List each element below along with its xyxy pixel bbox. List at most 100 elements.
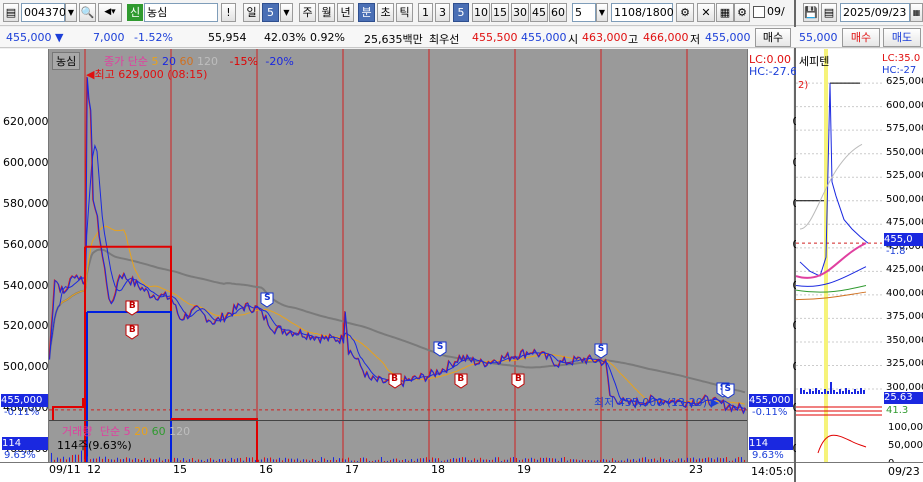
y-tick-label: 580,000 (3, 196, 49, 210)
side-volume-bar (845, 388, 847, 394)
x-axis-label: 23 (689, 463, 703, 476)
grid-icon[interactable]: ▦ (716, 3, 734, 22)
speaker-icon[interactable]: ◀▾ (98, 3, 122, 22)
alert-button[interactable]: ! (221, 3, 236, 22)
buy-signal-marker[interactable]: B (125, 300, 139, 316)
sell-button[interactable]: 매도 (883, 28, 921, 47)
minute-button[interactable]: 분 (358, 3, 375, 22)
stock-code-input[interactable]: 004370 (21, 3, 66, 22)
data-count-field[interactable]: 1108/1800 (611, 3, 674, 22)
interval-5-button[interactable]: 5 (453, 3, 469, 22)
chart-tools-icon[interactable]: ⚙ (676, 3, 694, 22)
buy-signal-marker[interactable]: B (388, 373, 402, 389)
count-value: 1108 (614, 6, 642, 19)
side-volume-bar (854, 389, 856, 394)
current-price-tag-right: 455,000 (749, 394, 793, 407)
screen-menu-icon[interactable]: ▤ (3, 3, 19, 22)
side-volume-bar (857, 391, 859, 394)
x-axis-label: 17 (345, 463, 359, 476)
search-icon[interactable]: 🔍 (79, 3, 96, 22)
down-arrow-icon: ▼ (55, 31, 64, 44)
side-chart-area[interactable] (796, 49, 882, 462)
interval-15-button[interactable]: 15 (491, 3, 509, 22)
envelope-1: -15% (229, 55, 258, 68)
side-lc-label: LC:35.0 (882, 53, 921, 64)
period-value-button[interactable]: 5 (262, 3, 279, 22)
sell-signal-marker[interactable]: S (433, 341, 447, 357)
period-dropdown-icon[interactable]: ▼ (280, 3, 293, 22)
side-lower-tick: 50,000 (888, 440, 923, 451)
crosshair-icon[interactable]: ✕ (697, 3, 715, 22)
side-chart-svg (796, 49, 882, 462)
volume-tag-right: 114 (749, 437, 793, 450)
period-unit-button[interactable]: 일 (243, 3, 260, 22)
turnover-ratio: 0.92% (310, 31, 345, 44)
side-ma-blue (796, 266, 867, 287)
side-volume-bar (818, 390, 820, 394)
week-button[interactable]: 주 (299, 3, 316, 22)
price-line-red (49, 76, 746, 414)
side-volume-bar (821, 392, 823, 394)
current-price: 455,000 (6, 31, 52, 44)
settings-gear-icon[interactable]: ⚙ (734, 3, 750, 22)
save-icon[interactable]: 💾 (803, 3, 819, 22)
buy-button-right[interactable]: 매수 (842, 28, 880, 47)
high-note: ◀최고 629,000 (08:15) (86, 68, 208, 81)
right-price: 55,000 (799, 31, 838, 44)
y-tick-label: 600,000 (3, 156, 49, 170)
envelope-2: -20% (265, 55, 294, 68)
interval-10-button[interactable]: 10 (472, 3, 490, 22)
side-volume-bar (833, 390, 835, 394)
year-button[interactable]: 년 (337, 3, 354, 22)
date-checkbox[interactable] (753, 6, 765, 18)
sell-label: 매도 (891, 31, 913, 44)
buy-label: 매수 (762, 31, 784, 44)
credit-badge: 신 (127, 4, 143, 21)
second-button[interactable]: 초 (377, 3, 394, 22)
interval-45-button[interactable]: 45 (530, 3, 548, 22)
high-note-text: 최고 629,000 (08:15) (94, 68, 208, 81)
print-icon[interactable]: ▤ (821, 3, 837, 22)
sell-signal-marker[interactable]: S (721, 383, 735, 399)
buy-signal-marker[interactable]: B (454, 373, 468, 389)
current-price-tag-left: 455,000 (1, 394, 48, 407)
chart-title[interactable]: 농심 (52, 52, 81, 70)
side-lower-tick: 100,000 (888, 422, 923, 433)
y-tick-label: 520,000 (3, 319, 49, 333)
side-volume-bar (848, 390, 850, 394)
month-button[interactable]: 월 (318, 3, 335, 22)
interval-1-button[interactable]: 1 (418, 3, 433, 22)
sell-signal-marker[interactable]: S (594, 343, 608, 359)
interval-input[interactable]: 5 (572, 3, 596, 22)
side-volume-bar (863, 390, 865, 394)
interval-60-button[interactable]: 60 (549, 3, 567, 22)
signal-letter: S (724, 383, 732, 394)
y-tick-label: 540,000 (3, 278, 49, 292)
code-dropdown-icon[interactable]: ▼ (65, 3, 77, 22)
buy-signal-marker[interactable]: B (125, 324, 139, 340)
date-input[interactable]: 2025/09/23 (840, 3, 910, 22)
buy-button[interactable]: 매수 (755, 28, 791, 47)
side-y-tick-label: 400,000 (886, 287, 923, 299)
ma60-line (49, 248, 746, 394)
volume-note: 114주(9.63%) (57, 439, 132, 452)
signal-letter: B (128, 325, 136, 336)
side-lower-tag-1: 25.63 (884, 392, 923, 404)
stock-name-field[interactable]: 농심 (144, 3, 218, 22)
buy-signal-marker[interactable]: B (511, 373, 525, 389)
signal-letter: B (457, 374, 465, 385)
side-ma-pink (796, 242, 867, 279)
interval-30-button[interactable]: 30 (511, 3, 529, 22)
tick-button[interactable]: 틱 (396, 3, 413, 22)
calendar-icon[interactable]: ▦ (910, 3, 923, 22)
volume-divider[interactable] (49, 420, 747, 421)
low-note: 최저 455,000 (13:20) ▶ (594, 396, 719, 409)
signal-letter: B (515, 374, 522, 385)
interval-dropdown-icon[interactable]: ▼ (596, 3, 608, 22)
interval-3-button[interactable]: 3 (435, 3, 450, 22)
date-partial: 09/ (767, 5, 785, 18)
volume-tag-left: 114 (2, 437, 48, 450)
side-volume-bar (803, 390, 805, 394)
count-total: /1800 (642, 6, 674, 19)
sell-signal-marker[interactable]: S (260, 292, 274, 308)
